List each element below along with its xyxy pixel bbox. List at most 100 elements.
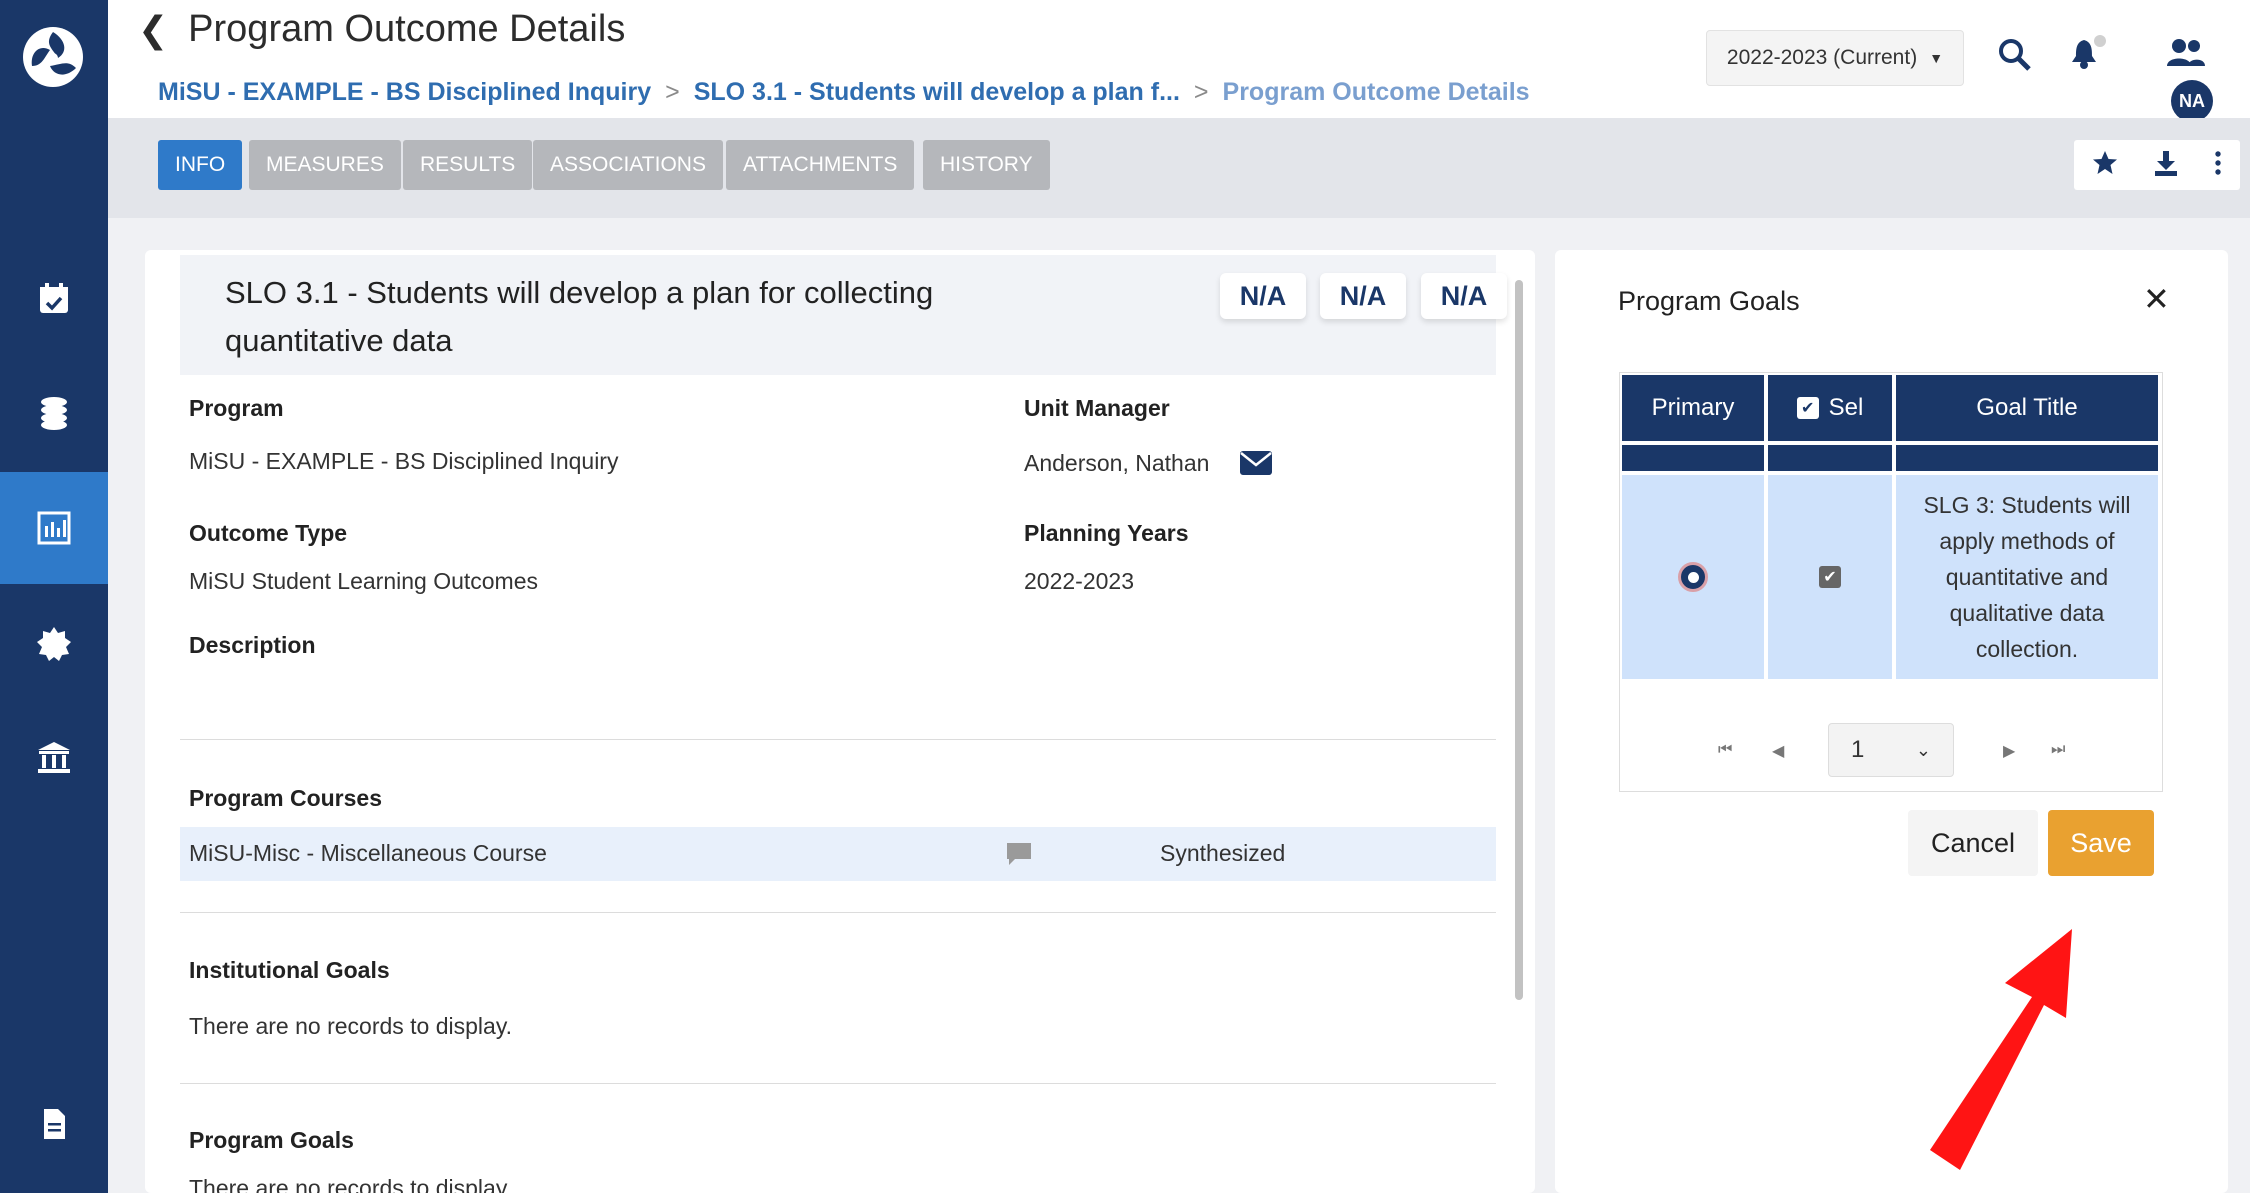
sidebar-item-funding[interactable]	[0, 356, 108, 468]
sidebar-item-calendar[interactable]	[0, 243, 108, 355]
user-avatar[interactable]: NA	[2171, 80, 2213, 122]
tab-info[interactable]: INFO	[158, 140, 243, 190]
page-title-row: ❮ Program Outcome Details	[138, 8, 625, 51]
select-all-checkbox-icon[interactable]: ✔	[1796, 397, 1819, 419]
calendar-check-icon	[40, 283, 68, 313]
course-name: MiSU-Misc - Miscellaneous Course	[189, 840, 547, 866]
tab-attachments[interactable]: ATTACHMENTS	[726, 140, 915, 190]
primary-radio[interactable]	[1678, 562, 1708, 592]
description-label: Description	[189, 632, 316, 658]
page-select[interactable]: 1 ⌄	[1828, 723, 1954, 777]
more-options-icon[interactable]	[2213, 149, 2223, 182]
page-title: Program Outcome Details	[188, 8, 626, 50]
program-goals-panel: Program Goals ✕ Primary ✔ Sel Goal Title…	[1555, 250, 2228, 1193]
sidebar-item-institution[interactable]	[0, 702, 108, 814]
document-icon	[44, 1109, 65, 1139]
annotation-arrow-icon	[1920, 925, 2100, 1180]
caret-down-icon: ▼	[1929, 50, 1944, 66]
filter-row-cell[interactable]	[1768, 445, 1892, 471]
column-header-goal-title[interactable]: Goal Title	[1896, 375, 2158, 441]
planning-years-label: Planning Years	[1024, 520, 1189, 546]
tab-results[interactable]: RESULTS	[403, 140, 533, 190]
divider	[180, 739, 1496, 740]
breadcrumb-outcome[interactable]: SLO 3.1 - Students will develop a plan f…	[694, 78, 1180, 107]
coins-icon	[41, 397, 67, 430]
app-logo[interactable]	[18, 22, 88, 92]
next-page-icon[interactable]: ▶	[2003, 741, 2015, 761]
unit-manager-label: Unit Manager	[1024, 395, 1170, 421]
scrollbar[interactable]	[1515, 280, 1523, 1000]
table-row-goal-cell[interactable]: SLG 3: Students will apply methods of qu…	[1896, 475, 2158, 679]
column-header-primary[interactable]: Primary	[1622, 375, 1764, 441]
status-badge[interactable]: N/A	[1421, 273, 1507, 319]
sidebar-item-reports[interactable]	[0, 472, 108, 584]
outcome-type-value: MiSU Student Learning Outcomes	[189, 568, 539, 594]
filter-row-cell[interactable]	[1622, 445, 1764, 471]
previous-page-icon[interactable]: ◀	[1772, 741, 1784, 761]
course-row[interactable]: MiSU-Misc - Miscellaneous Course Synthes…	[180, 827, 1496, 881]
column-header-sel[interactable]: ✔ Sel	[1768, 375, 1892, 441]
sidebar-item-settings[interactable]	[0, 588, 108, 700]
planning-year-value: 2022-2023 (Current)	[1726, 46, 1918, 69]
select-checkbox[interactable]: ✔	[1819, 566, 1841, 588]
breadcrumb-separator-icon: >	[665, 78, 680, 106]
download-icon[interactable]	[2152, 149, 2180, 182]
search-icon[interactable]	[1998, 38, 2032, 72]
status-badge[interactable]: N/A	[1320, 273, 1406, 319]
page-header: ❮ Program Outcome Details MiSU - EXAMPLE…	[108, 0, 2250, 118]
tab-associations[interactable]: ASSOCIATIONS	[533, 140, 723, 190]
favorite-star-icon[interactable]	[2091, 149, 2119, 182]
comment-icon[interactable]	[1005, 841, 1033, 872]
planning-year-select[interactable]: 2022-2023 (Current) ▼	[1706, 30, 1964, 86]
column-header-sel-label: Sel	[1828, 394, 1864, 421]
badge-icon	[37, 627, 71, 661]
pager: ⏮ ◀ 1 ⌄ ▶ ⏭	[1620, 723, 2164, 783]
tab-bar: INFO MEASURES RESULTS ASSOCIATIONS ATTAC…	[108, 118, 2250, 218]
divider	[180, 1083, 1496, 1084]
unit-manager-value: Anderson, Nathan	[1024, 450, 1210, 476]
first-page-icon[interactable]: ⏮	[1718, 741, 1732, 759]
institutional-goals-empty: There are no records to display.	[189, 1013, 513, 1039]
breadcrumb-current: Program Outcome Details	[1222, 78, 1530, 106]
notifications-bell-icon[interactable]	[2068, 34, 2108, 72]
sidebar-item-documents[interactable]	[0, 1068, 108, 1180]
goals-table: Primary ✔ Sel Goal Title ✔ SLG 3: Studen…	[1619, 372, 2163, 792]
users-icon[interactable]	[2166, 38, 2206, 68]
outcome-banner: SLO 3.1 - Students will develop a plan f…	[180, 255, 1507, 375]
status-badge[interactable]: N/A	[1220, 273, 1306, 319]
table-row-primary-cell[interactable]	[1622, 475, 1764, 679]
close-icon[interactable]: ✕	[2143, 280, 2170, 318]
program-goals-label: Program Goals	[189, 1127, 354, 1153]
institution-icon	[38, 742, 70, 773]
last-page-icon[interactable]: ⏭	[2051, 741, 2065, 759]
program-value: MiSU - EXAMPLE - BS Disciplined Inquiry	[189, 448, 619, 474]
back-chevron-icon[interactable]: ❮	[138, 9, 168, 51]
program-label: Program	[189, 395, 284, 421]
email-envelope-icon[interactable]	[1239, 450, 1273, 481]
institutional-goals-label: Institutional Goals	[189, 957, 390, 983]
tab-history[interactable]: HISTORY	[923, 140, 1050, 190]
bar-chart-icon	[37, 511, 71, 545]
planning-years-value: 2022-2023	[1024, 568, 1134, 594]
sidebar	[0, 0, 108, 1193]
tab-measures[interactable]: MEASURES	[249, 140, 401, 190]
divider	[180, 912, 1496, 913]
program-goals-empty: There are no records to display.	[189, 1175, 513, 1193]
outcome-type-label: Outcome Type	[189, 520, 348, 546]
goal-title-text: SLG 3: Students will apply methods of qu…	[1923, 492, 2131, 662]
course-status: Synthesized	[1160, 840, 1286, 866]
breadcrumb: MiSU - EXAMPLE - BS Disciplined Inquiry …	[158, 78, 1530, 107]
cancel-button[interactable]: Cancel	[1908, 810, 2038, 876]
breadcrumb-program[interactable]: MiSU - EXAMPLE - BS Disciplined Inquiry	[158, 78, 651, 107]
chevron-down-icon: ⌄	[1915, 739, 1931, 760]
tab-actions	[2074, 140, 2240, 190]
breadcrumb-separator-icon: >	[1193, 78, 1209, 106]
filter-row-cell[interactable]	[1896, 445, 2158, 471]
program-courses-label: Program Courses	[189, 785, 383, 811]
outcome-details-card: SLO 3.1 - Students will develop a plan f…	[145, 250, 1535, 1193]
save-button[interactable]: Save	[2048, 810, 2154, 876]
page-number: 1	[1851, 736, 1865, 763]
outcome-title: SLO 3.1 - Students will develop a plan f…	[225, 275, 934, 358]
panel-title: Program Goals	[1618, 286, 1800, 316]
table-row-sel-cell[interactable]: ✔	[1768, 475, 1892, 679]
